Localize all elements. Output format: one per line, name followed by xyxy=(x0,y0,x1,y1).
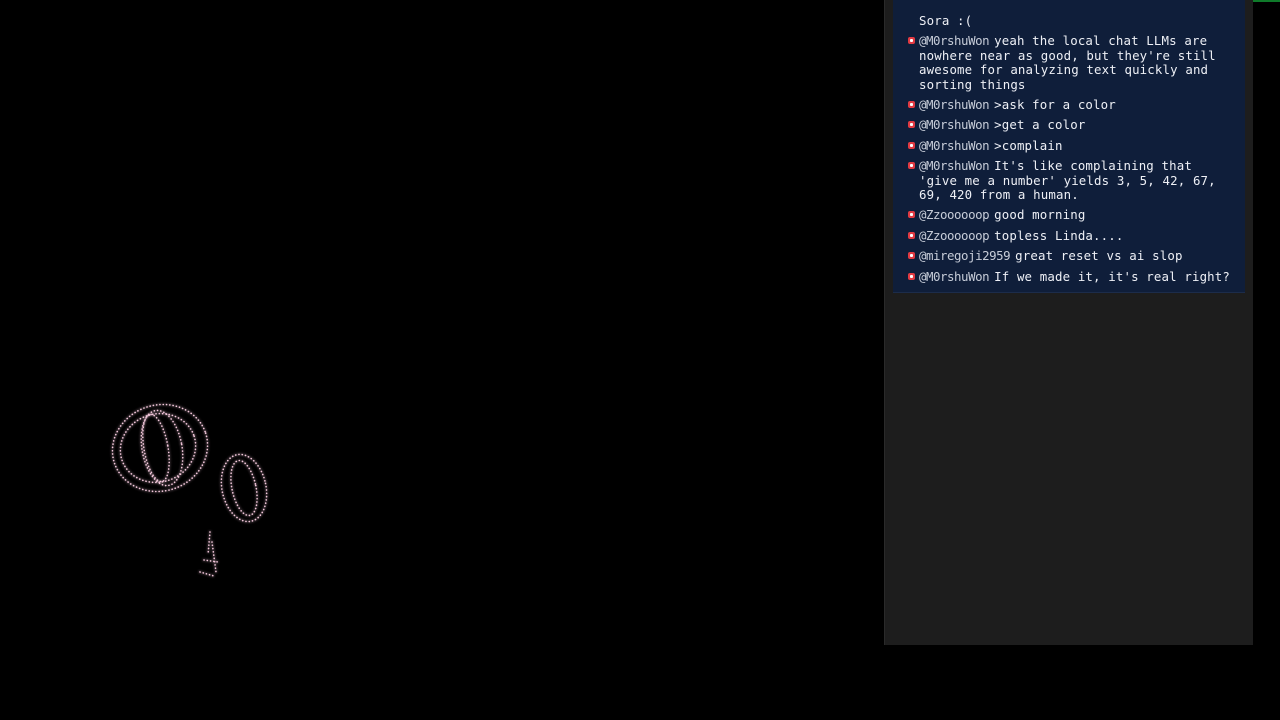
chat-message: @miregoji2959 great reset vs ai slop xyxy=(900,248,1237,264)
chat-message-text: Sora :( xyxy=(919,12,973,28)
chat-message-text: >ask for a color xyxy=(994,96,1116,112)
chat-username[interactable]: @M0rshuWon xyxy=(919,158,990,173)
chat-message: @M0rshuWon If we made it, it's real right… xyxy=(900,268,1237,284)
chat-message-text: >complain xyxy=(994,137,1063,153)
chat-username[interactable]: @M0rshuWon xyxy=(919,138,990,153)
chat-message: @M0rshuWon >get a color xyxy=(900,118,1237,132)
chat-panel: Sora :( @M0rshuWon yeah the local chat LLM… xyxy=(884,0,1253,645)
badge-icon xyxy=(908,100,915,108)
badge-icon xyxy=(908,37,915,45)
badge-icon xyxy=(908,162,915,170)
chat-username[interactable]: @Zzoooooop xyxy=(919,207,990,222)
chat-message: @M0rshuWon yeah the local chat LLMs are n… xyxy=(900,34,1237,92)
badge-icon xyxy=(908,252,915,260)
chat-username[interactable]: @Zzoooooop xyxy=(919,228,990,243)
badge-icon xyxy=(908,211,915,219)
video-stage xyxy=(0,0,884,720)
chat-username[interactable]: @miregoji2959 xyxy=(919,248,1011,263)
chat-message: @M0rshuWon >complain xyxy=(900,137,1237,153)
chat-message-text: great reset vs ai slop xyxy=(1015,248,1183,264)
chat-message-text: >get a color xyxy=(994,117,1086,133)
chat-message: @M0rshuWon It's like complaining that 'gi… xyxy=(900,158,1237,202)
chat-username[interactable]: @M0rshuWon xyxy=(919,117,990,132)
chat-message-partial: Sora :( xyxy=(900,12,1237,28)
chat-message: @Zzoooooop good morning xyxy=(900,208,1237,222)
chat-username[interactable]: @M0rshuWon xyxy=(919,97,990,112)
chat-message-list: Sora :( @M0rshuWon yeah the local chat LLM… xyxy=(893,0,1245,293)
chat-username[interactable]: @M0rshuWon xyxy=(919,269,990,284)
badge-icon xyxy=(908,141,915,149)
chat-username[interactable]: @M0rshuWon xyxy=(919,33,990,48)
chat-message-text: topless Linda.... xyxy=(994,227,1124,243)
chat-message: @M0rshuWon >ask for a color xyxy=(900,96,1237,112)
badge-icon xyxy=(908,272,915,280)
chat-list: Sora :( @M0rshuWon yeah the local chat LLM… xyxy=(893,13,1245,284)
chat-message-text: good morning xyxy=(994,207,1086,223)
chat-message: @Zzoooooop topless Linda.... xyxy=(900,227,1237,243)
badge-icon xyxy=(908,231,915,239)
chat-message-text: If we made it, it's real right? xyxy=(994,268,1231,284)
badge-icon xyxy=(908,121,915,129)
sparkle-dot-icon xyxy=(111,403,268,577)
